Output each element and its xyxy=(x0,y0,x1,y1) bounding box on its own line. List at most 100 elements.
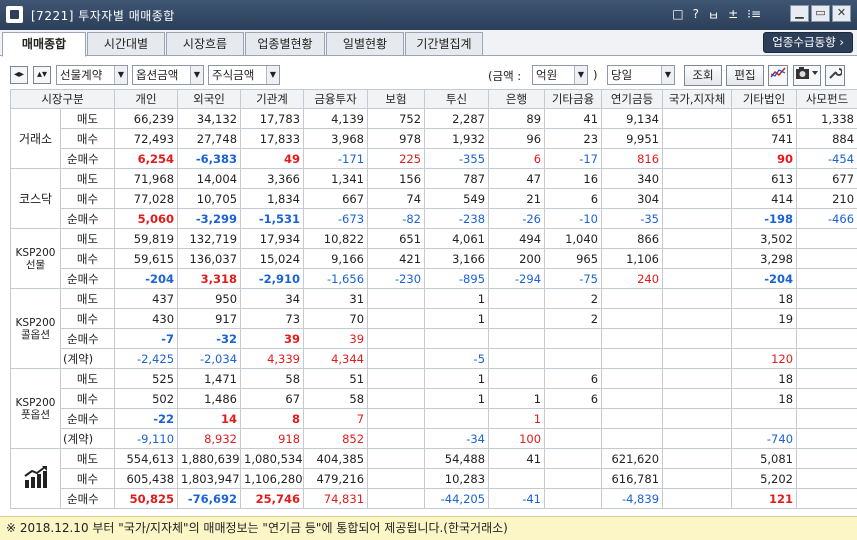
options-unit-select[interactable]: 옵션금액 ▼ xyxy=(132,65,204,85)
table-cell: 1 xyxy=(424,288,490,309)
row-type-label: 매수 xyxy=(59,248,116,269)
table-cell: 39 xyxy=(303,328,369,349)
menu-icon[interactable]: ⁝≡ xyxy=(747,7,761,24)
table-cell: 613 xyxy=(731,168,798,189)
tab-time-zone[interactable]: 시간대별 xyxy=(87,32,165,56)
table-cell: 1,471 xyxy=(177,368,242,389)
table-cell xyxy=(544,408,603,429)
table-cell: 9,951 xyxy=(601,128,664,149)
amount-unit-value: 억원 xyxy=(536,68,558,82)
tab-sector[interactable]: 업종별현황 xyxy=(245,32,325,56)
tab-period[interactable]: 기간별집계 xyxy=(405,32,483,56)
table-cell: 67 xyxy=(240,388,305,409)
row-type-label: 순매수 xyxy=(59,488,116,509)
edit-button[interactable]: 편집 xyxy=(726,65,764,86)
swap-horizontal-icon[interactable]: ◂▸ xyxy=(10,66,28,84)
table-cell xyxy=(424,328,490,349)
table-cell: 5,081 xyxy=(731,448,798,469)
row-type-label: 순매수 xyxy=(59,408,116,429)
line-chart-icon[interactable] xyxy=(768,65,788,86)
table-cell xyxy=(731,408,798,429)
table-cell: 1,834 xyxy=(240,188,305,209)
futures-unit-select[interactable]: 선물계약 ▼ xyxy=(56,65,128,85)
table-cell xyxy=(662,488,733,509)
table-cell: 156 xyxy=(367,168,426,189)
chevron-down-icon: ▼ xyxy=(661,66,674,84)
table-cell: -41 xyxy=(488,488,546,509)
tab-trading-summary[interactable]: 매매종합 xyxy=(2,32,86,57)
swap-vertical-icon[interactable]: ▴▾ xyxy=(33,66,51,84)
table-row: 매도 554,613 1,880,639 1,080,534 404,385 54,488… xyxy=(10,448,857,509)
table-cell: 525 xyxy=(114,368,179,389)
table-cell xyxy=(662,108,733,129)
table-cell: 136,037 xyxy=(177,248,242,269)
camera-icon[interactable] xyxy=(793,65,821,86)
table-cell xyxy=(367,368,426,389)
table-cell: 1,803,947 xyxy=(177,468,242,489)
close-button[interactable]: ✕ xyxy=(832,5,851,22)
table-cell: -9,110 xyxy=(114,428,179,449)
table-cell xyxy=(662,228,733,249)
amount-unit-select[interactable]: 억원 ▼ xyxy=(532,65,588,85)
table-cell: 9,134 xyxy=(601,108,664,129)
wrench-icon[interactable] xyxy=(825,65,845,86)
table-cell: 7 xyxy=(303,408,369,429)
help-icon[interactable]: ? xyxy=(693,7,699,24)
memo-icon[interactable]: ㅂ xyxy=(708,7,719,24)
screen-icon[interactable]: □ xyxy=(672,7,683,24)
table-cell xyxy=(796,488,857,509)
table-cell xyxy=(662,208,733,229)
row-type-label: (계약) xyxy=(59,348,116,369)
table-cell: -895 xyxy=(424,268,490,289)
stock-unit-select[interactable]: 주식금액 ▼ xyxy=(208,65,280,85)
table-cell: -171 xyxy=(303,148,369,169)
sector-flow-button[interactable]: 업종수급동향 › xyxy=(763,32,853,53)
table-cell: 210 xyxy=(796,188,857,209)
table-row: 순매수 -7 -32 39 39 xyxy=(11,328,857,349)
minimize-button[interactable]: ▁ xyxy=(790,5,809,22)
table-cell: 4,061 xyxy=(424,228,490,249)
table-row: 매수 77,028 10,705 1,834 667 74 549 21 6 304 414 210 xyxy=(11,188,857,209)
table-cell: 18 xyxy=(731,368,798,389)
table-cell xyxy=(488,348,546,369)
link-icon[interactable]: ± xyxy=(728,7,738,24)
table-cell xyxy=(367,288,426,309)
table-cell: 605,438 xyxy=(114,468,179,489)
table-row: 순매수 5,060 -3,299 -1,531 -673 -82 -238 -26 -10 -35… xyxy=(11,208,857,229)
table-row: 매수 430 917 73 70 1 2 19 xyxy=(11,308,857,329)
table-cell: 39 xyxy=(240,328,305,349)
table-cell: 10,822 xyxy=(303,228,369,249)
table-cell: 479,216 xyxy=(303,468,369,489)
table-cell: 71,968 xyxy=(114,168,179,189)
chevron-down-icon: ▼ xyxy=(266,66,279,84)
table-cell: 741 xyxy=(731,128,798,149)
row-type-label: 매도 xyxy=(59,228,116,249)
toolbar: ◂▸ ▴▾ 선물계약 ▼ 옵션금액 ▼ 주식금액 ▼ (금액 : 억원 ▼ ) 당일 ▼ … xyxy=(0,57,857,90)
table-cell: 2 xyxy=(544,308,603,329)
maximize-button[interactable]: ▭ xyxy=(811,5,830,22)
table-cell: -230 xyxy=(367,268,426,289)
tab-daily[interactable]: 일별현황 xyxy=(326,32,404,56)
title-icons: □ ? ㅂ ± ⁝≡ xyxy=(672,7,761,24)
query-button[interactable]: 조회 xyxy=(684,65,722,86)
table-row: (계약) -2,425 -2,034 4,339 4,344 -5 120 xyxy=(11,348,857,369)
table-cell: -238 xyxy=(424,208,490,229)
table-cell xyxy=(488,308,546,329)
period-select[interactable]: 당일 ▼ xyxy=(607,65,675,85)
table-cell xyxy=(796,448,857,469)
table-cell: -5 xyxy=(424,348,490,369)
table-cell xyxy=(662,388,733,409)
table-cell: 621,620 xyxy=(601,448,664,469)
column-header: 사모펀드 xyxy=(796,89,857,109)
column-header: 외국인 xyxy=(177,89,242,109)
table-cell: 1,341 xyxy=(303,168,369,189)
table-cell xyxy=(796,248,857,269)
tab-market-flow[interactable]: 시장흐름 xyxy=(166,32,244,56)
table-cell xyxy=(488,368,546,389)
table-cell: 1,338 xyxy=(796,108,857,129)
table-cell: 132,719 xyxy=(177,228,242,249)
table-cell xyxy=(662,248,733,269)
table-cell xyxy=(367,308,426,329)
table-cell: -6,383 xyxy=(177,148,242,169)
table-row: KSP200 풋옵션 매도 525 1,471 58 51 1 6 18 xyxy=(10,368,857,449)
